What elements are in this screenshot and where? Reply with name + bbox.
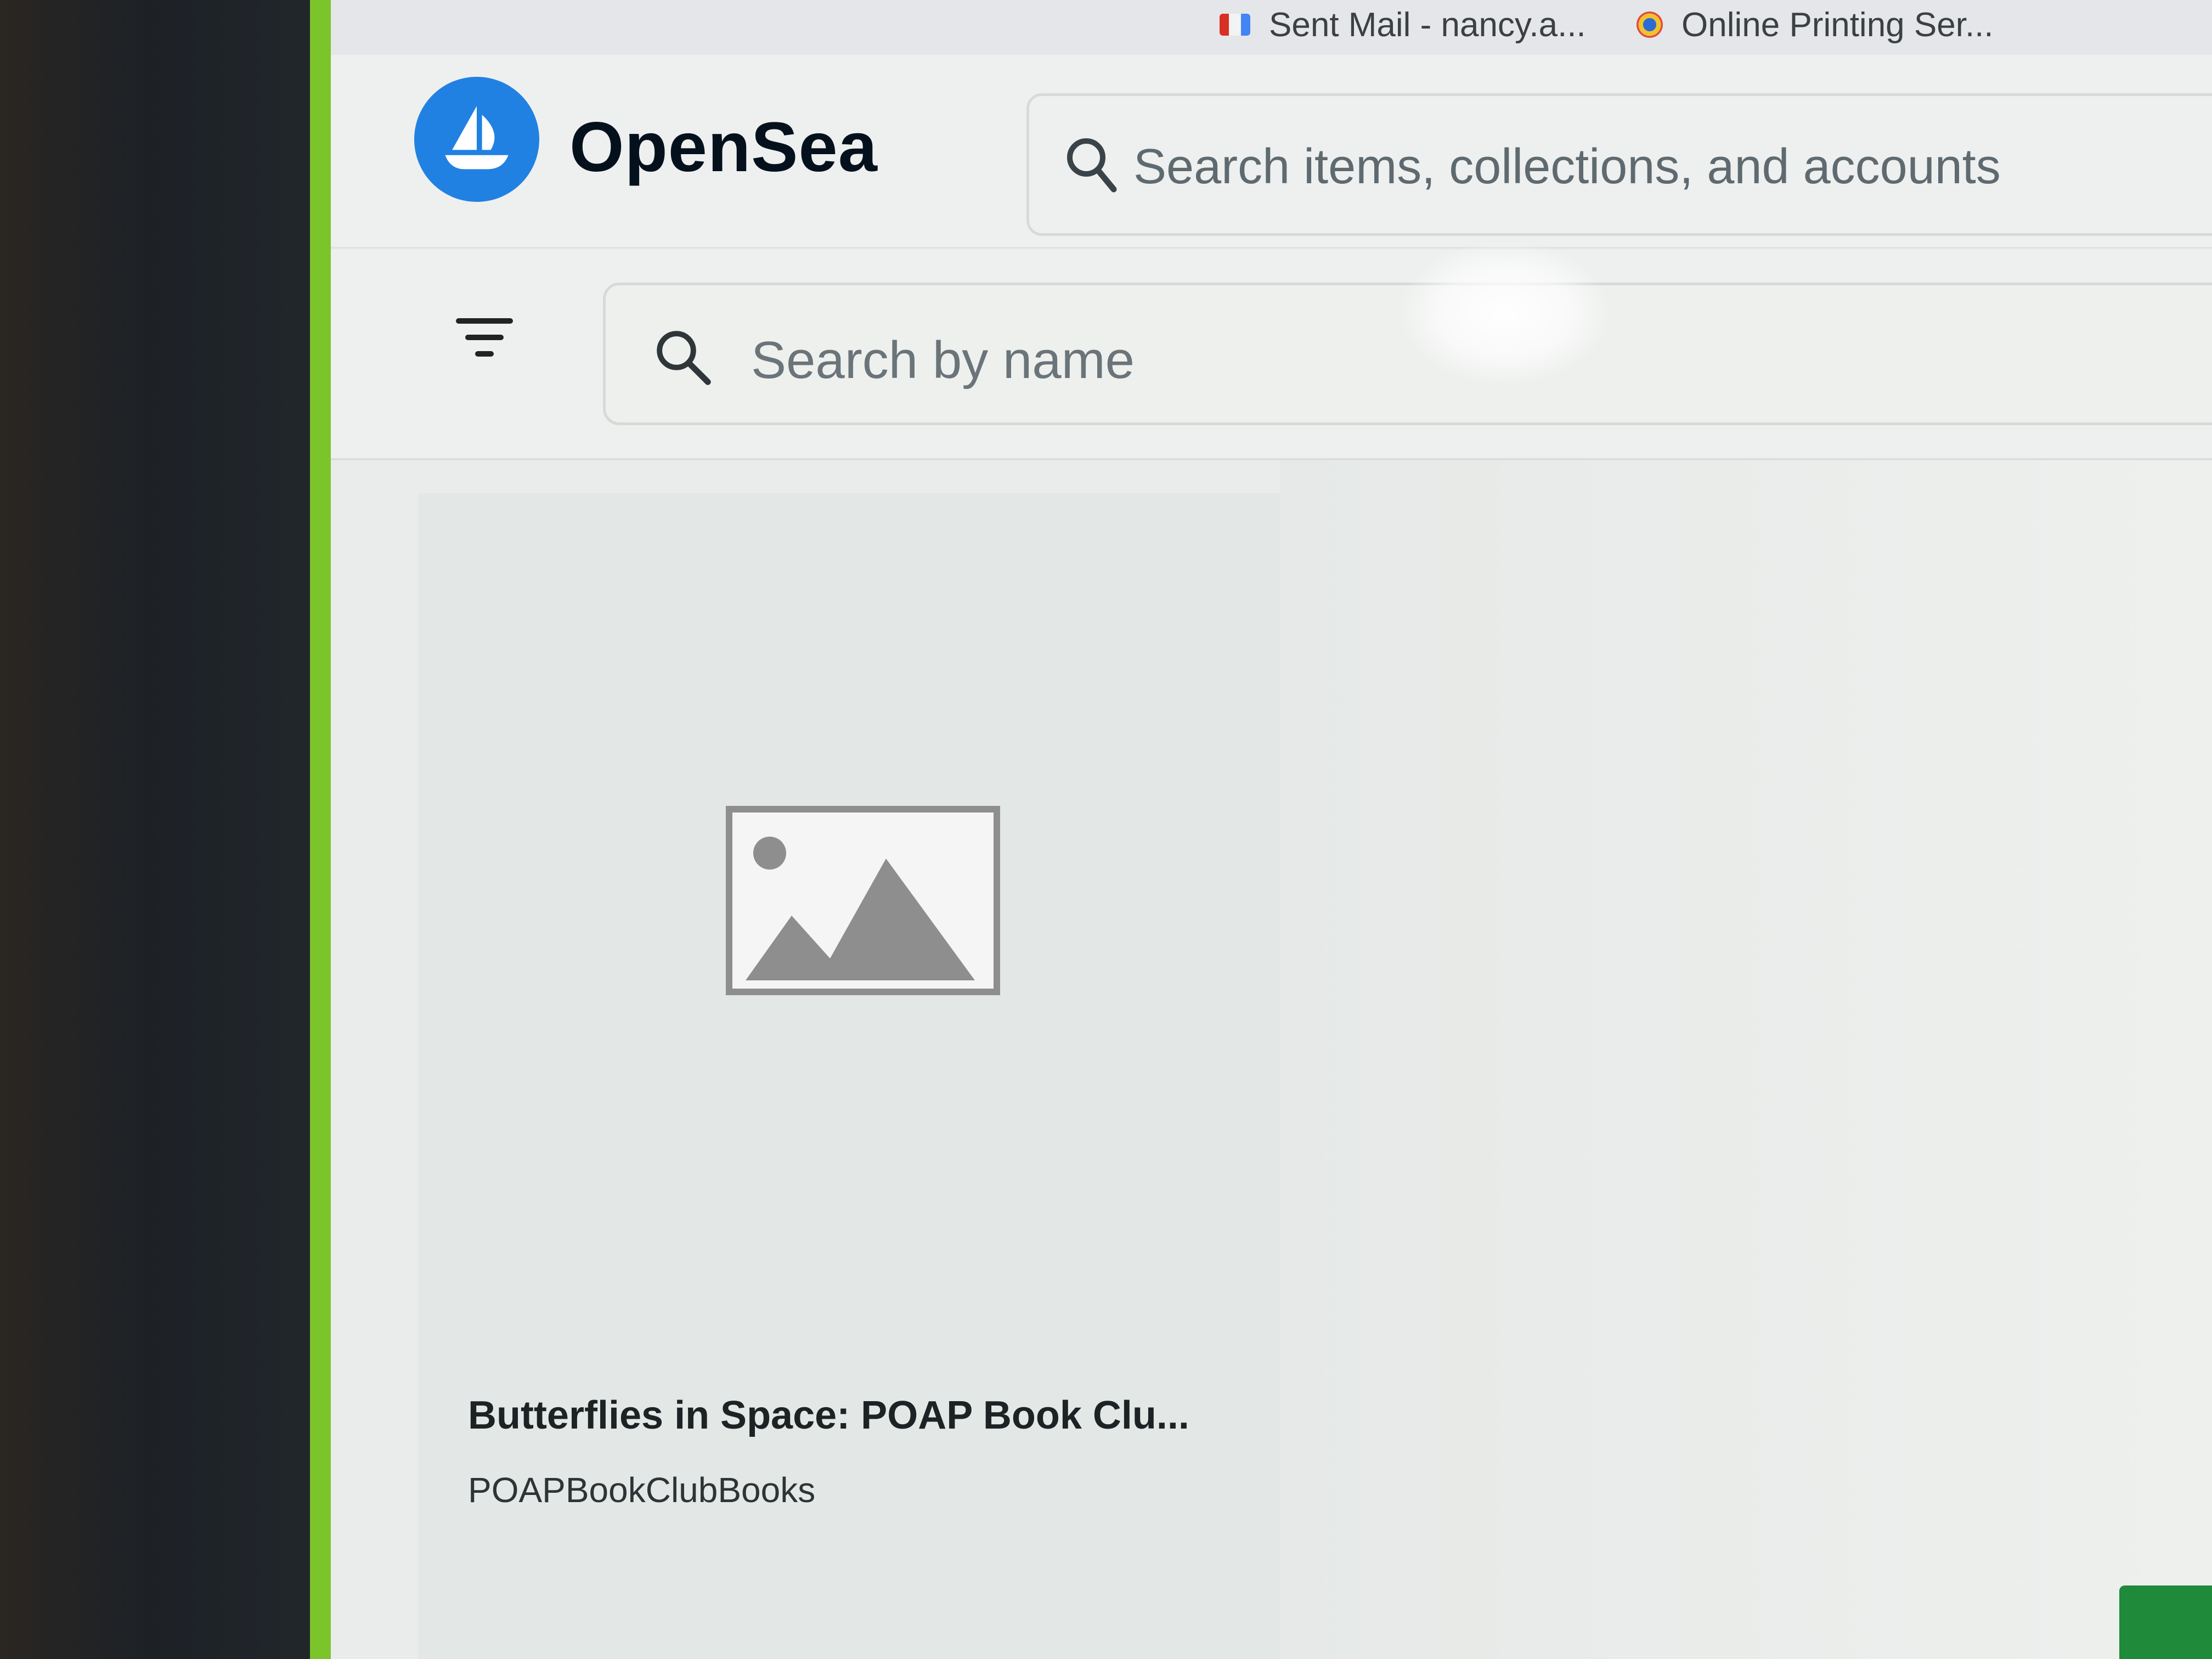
brand-name[interactable]: OpenSea xyxy=(569,107,878,188)
items-grid: Butterflies in Space: POAP Book Clu... P… xyxy=(331,460,2212,1659)
filter-icon-line xyxy=(465,335,504,340)
search-by-name-placeholder: Search by name xyxy=(751,331,1135,390)
bookmark-online-printing[interactable]: Online Printing Ser... xyxy=(1637,0,1994,49)
global-search-placeholder: Search items, collections, and accounts xyxy=(1133,139,2001,194)
item-collection[interactable]: POAPBookClubBooks xyxy=(468,1470,815,1510)
filter-icon-line xyxy=(456,318,513,324)
browser-viewport: Sent Mail - nancy.a... Online Printing S… xyxy=(331,0,2212,1659)
filter-toolbar: Search by name xyxy=(331,250,2212,460)
gmail-icon xyxy=(1220,14,1250,36)
site-header: OpenSea Search items, collections, and a… xyxy=(331,55,2212,249)
monitor-bezel xyxy=(0,0,329,1659)
search-icon xyxy=(657,331,711,385)
global-search-input[interactable]: Search items, collections, and accounts xyxy=(1026,93,2212,236)
filter-button[interactable] xyxy=(454,318,515,379)
item-media xyxy=(419,493,1280,1349)
opensea-logo[interactable] xyxy=(414,77,539,202)
floating-action-button[interactable] xyxy=(2119,1585,2212,1659)
item-card[interactable]: Butterflies in Space: POAP Book Clu... P… xyxy=(419,493,1280,1659)
screen-glare xyxy=(1401,241,1609,384)
printing-service-icon xyxy=(1637,12,1663,38)
bookmarks-bar: Sent Mail - nancy.a... Online Printing S… xyxy=(331,0,2212,57)
filter-icon-line xyxy=(475,351,494,357)
bookmark-label: Sent Mail - nancy.a... xyxy=(1269,5,1586,44)
search-icon xyxy=(1067,138,1117,193)
bookmark-sent-mail[interactable]: Sent Mail - nancy.a... xyxy=(1220,0,1586,49)
bookmark-label: Online Printing Ser... xyxy=(1681,5,1994,44)
item-title[interactable]: Butterflies in Space: POAP Book Clu... xyxy=(468,1393,1189,1438)
monitor-frame-accent xyxy=(310,0,331,1659)
ship-icon xyxy=(445,106,509,170)
empty-grid-area xyxy=(1280,460,2212,1659)
image-placeholder-icon xyxy=(726,806,1000,995)
